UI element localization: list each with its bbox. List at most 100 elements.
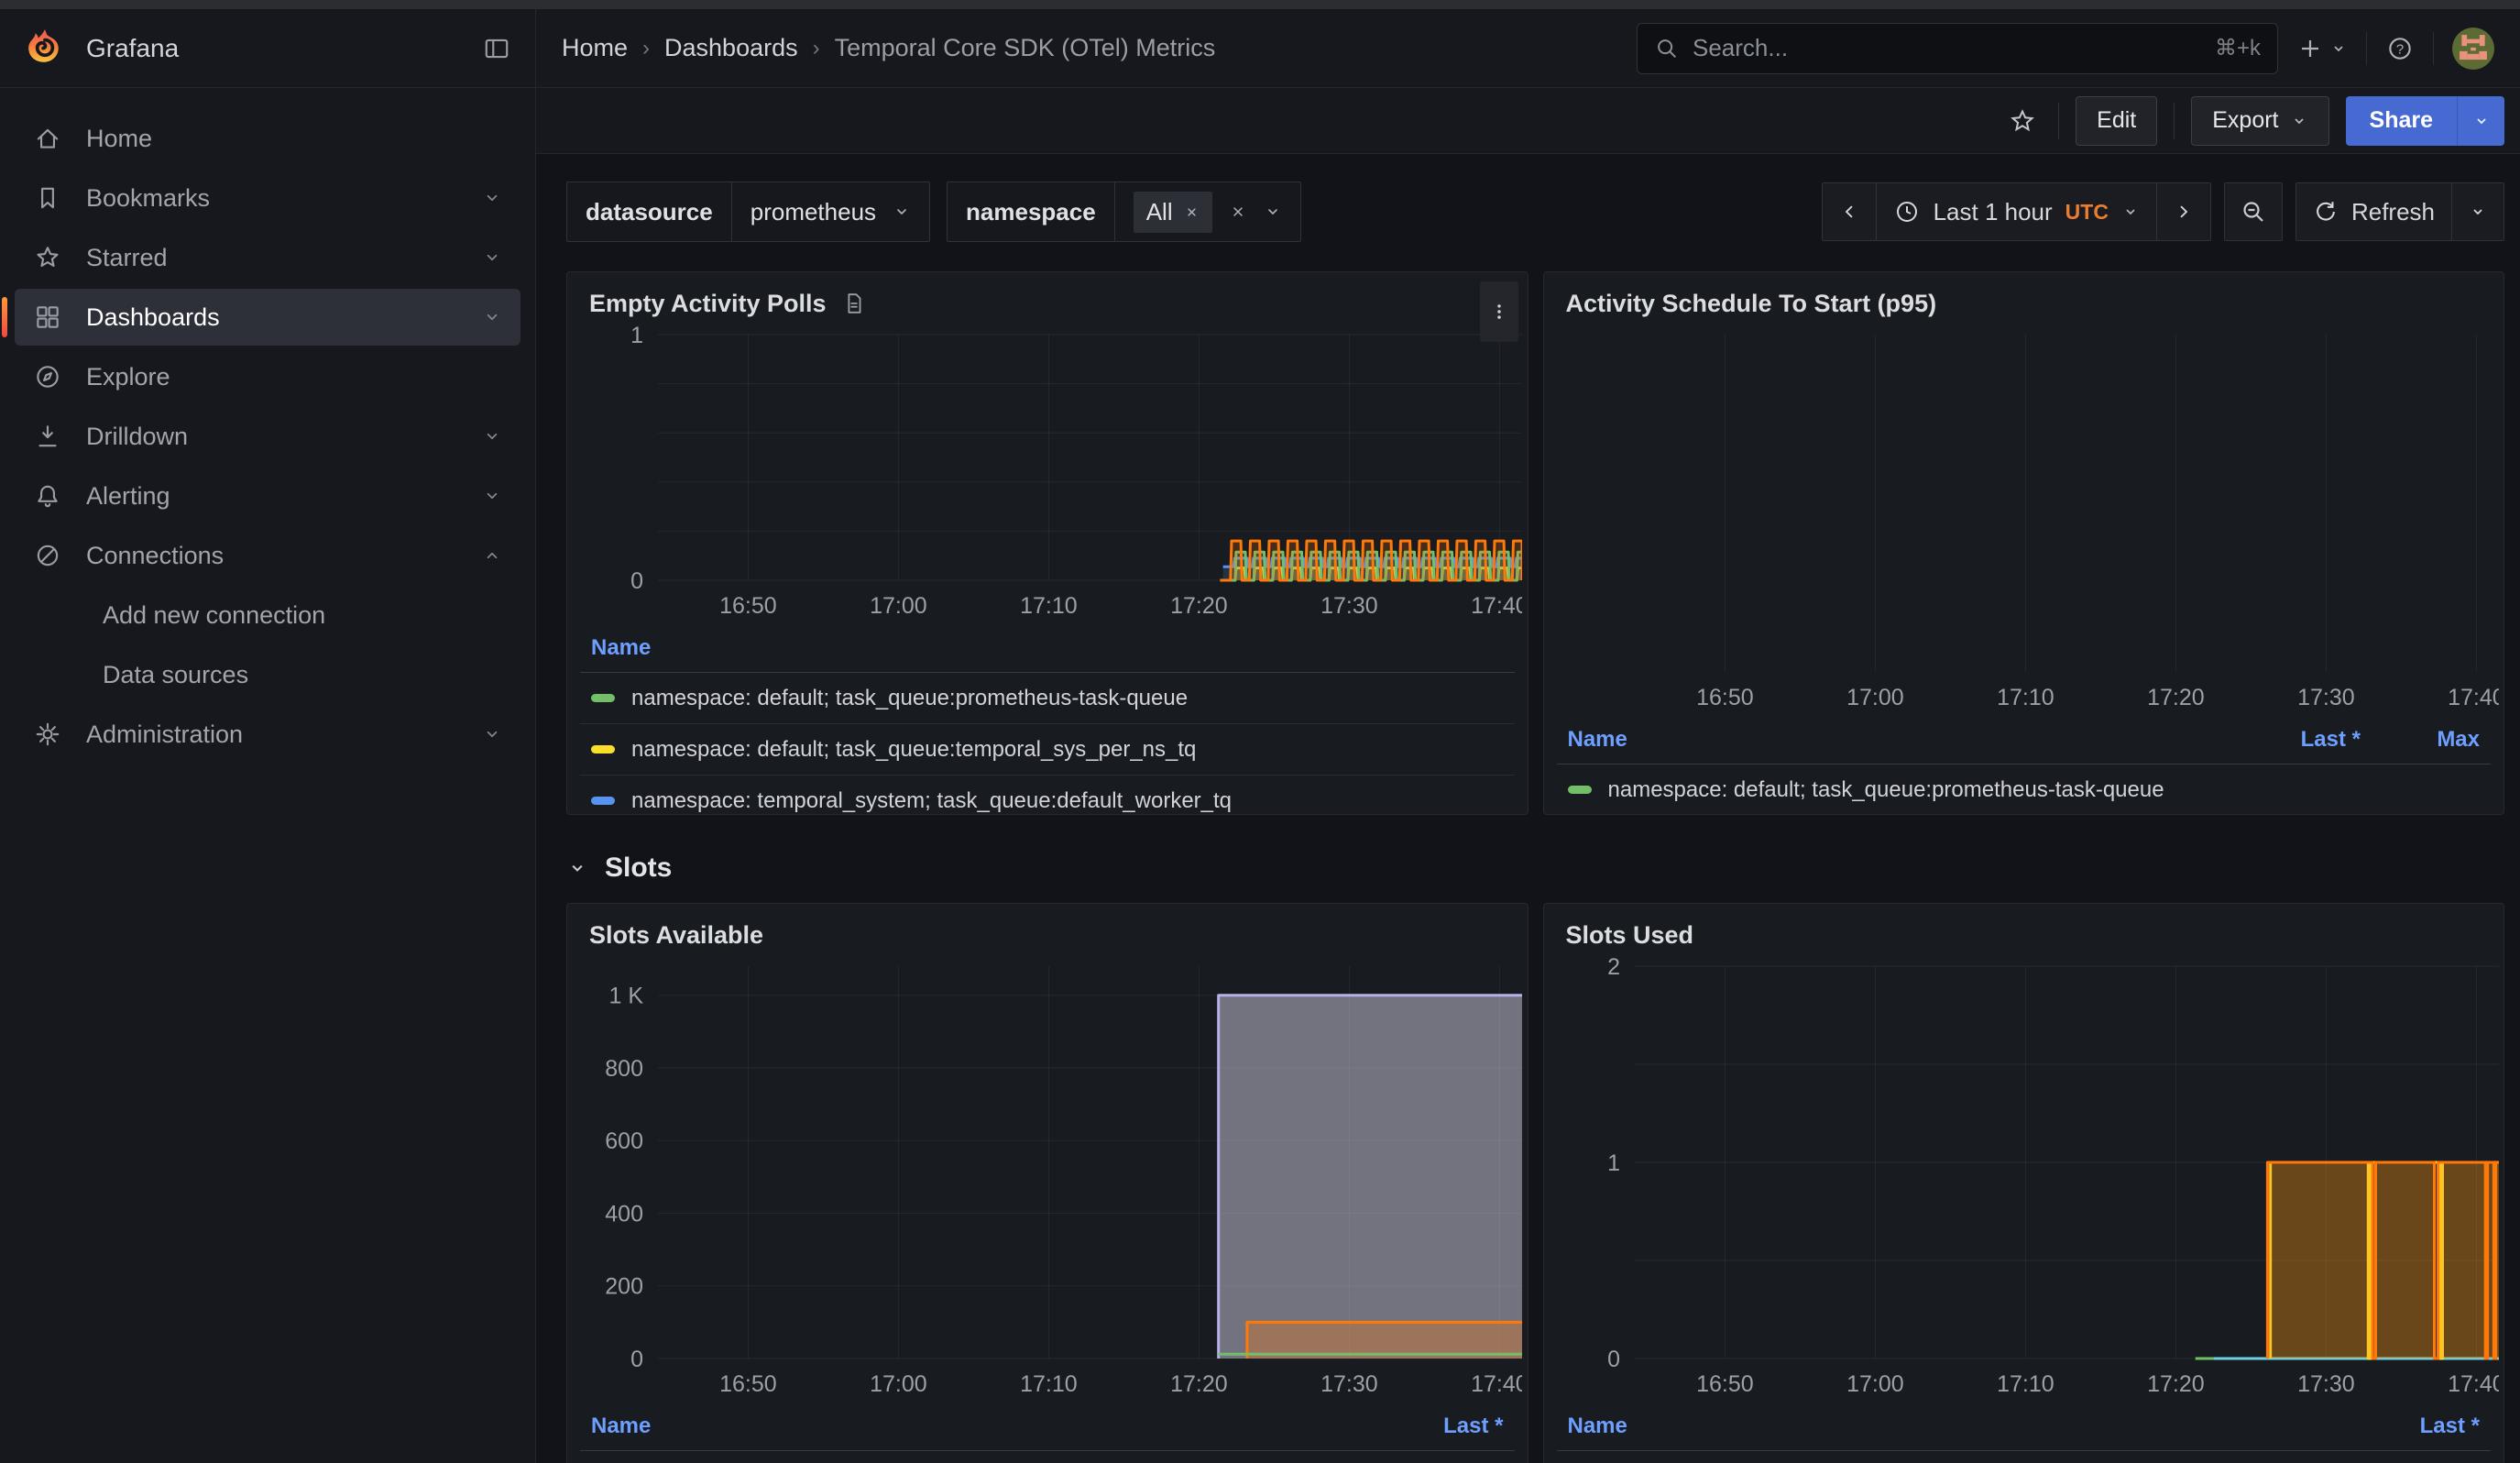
brand-name: Grafana [86, 34, 179, 63]
export-button[interactable]: Export [2191, 96, 2328, 146]
panel-menu-button[interactable] [1480, 281, 1518, 342]
legend-column-value[interactable]: Last * [2324, 1414, 2480, 1439]
series-color-marker [591, 797, 615, 805]
sidebar-item-alerting[interactable]: Alerting [15, 468, 520, 524]
panel-header[interactable]: Slots Used [1557, 915, 2492, 955]
legend-column-name[interactable]: Name [1568, 727, 2206, 753]
variable-value-picker[interactable]: All [1115, 182, 1300, 241]
legend-header: NameLast * [580, 1404, 1515, 1451]
star-dashboard-button[interactable] [2003, 102, 2042, 140]
legend-column-name[interactable]: Name [591, 635, 1504, 661]
panel-header[interactable]: Slots Available [580, 915, 1515, 955]
drilldown-icon [33, 422, 62, 451]
legend-column-name[interactable]: Name [1568, 1414, 2325, 1439]
share-menu-caret[interactable] [2457, 96, 2504, 146]
time-shift-forward-button[interactable] [2157, 183, 2210, 240]
timeseries-plot: 16:5017:0017:1017:2017:3017:40 [1557, 324, 2499, 718]
filter-row: datasourceprometheusnamespaceAll Last 1 … [566, 182, 2504, 242]
breadcrumb-item: Temporal Core SDK (OTel) Metrics [835, 34, 1216, 62]
legend-row[interactable]: namespace: default; task_queue:prometheu… [580, 1451, 1515, 1463]
drilldown-icon [33, 422, 62, 451]
series-color-marker [591, 745, 615, 754]
sidebar-item-drilldown[interactable]: Drilldown [15, 408, 520, 465]
svg-text:17:00: 17:00 [1846, 1371, 1904, 1397]
legend-column-value[interactable]: Last * [1348, 1414, 1504, 1439]
breadcrumb-item[interactable]: Dashboards [664, 34, 798, 62]
sidebar-item-home[interactable]: Home [15, 110, 520, 167]
svg-text:17:40: 17:40 [2448, 685, 2499, 710]
panel-description-icon[interactable] [841, 291, 867, 316]
chevron-down-icon[interactable] [482, 188, 502, 208]
sidebar-item-explore[interactable]: Explore [15, 348, 520, 405]
chevron-down-icon[interactable] [482, 486, 502, 506]
legend-column-value[interactable]: Max [2361, 727, 2480, 753]
avatar[interactable] [2452, 28, 2494, 70]
search-box[interactable]: ⌘+k [1637, 23, 2278, 74]
star-icon [33, 243, 62, 272]
edit-button[interactable]: Edit [2076, 96, 2157, 146]
svg-text:17:40: 17:40 [2448, 1371, 2499, 1397]
gear-icon [33, 720, 62, 749]
breadcrumb-item[interactable]: Home [562, 34, 628, 62]
time-range-group: Last 1 hour UTC [1822, 182, 2211, 241]
panel-header[interactable]: Empty Activity Polls [580, 283, 1515, 324]
time-shift-back-button[interactable] [1823, 183, 1877, 240]
chevron-down-icon [482, 248, 502, 268]
sidebar-item-dashboards[interactable]: Dashboards [15, 289, 520, 346]
legend-header: NameLast *Max [1557, 718, 2492, 764]
search-icon [1654, 36, 1680, 61]
filter-chip[interactable]: All [1134, 192, 1212, 233]
panel-chart[interactable]: 16:5017:0017:1017:2017:3017:4001 [580, 324, 1522, 626]
series-color-marker [1568, 786, 1592, 794]
zoom-out-time-button[interactable] [2224, 182, 2283, 241]
bell-icon [33, 481, 62, 511]
panel-chart[interactable]: 16:5017:0017:1017:2017:3017:40 [1557, 324, 2499, 718]
sidebar-item-starred[interactable]: Starred [15, 229, 520, 286]
sidebar-item-administration[interactable]: Administration [15, 706, 520, 763]
search-input[interactable] [1693, 34, 2202, 62]
panel-row-1: Empty Activity Polls16:5017:0017:1017:20… [566, 271, 2504, 815]
section-header-slots[interactable]: Slots [566, 839, 2504, 897]
series-label: namespace: temporal_system; task_queue:d… [631, 788, 1232, 814]
panel-chart[interactable]: 16:5017:0017:1017:2017:3017:400200400600… [580, 955, 1522, 1404]
remove-chip-icon[interactable] [1184, 204, 1200, 220]
legend-row[interactable]: namespace: default; task_queue:prometheu… [1557, 1451, 2492, 1463]
chevron-up-icon [482, 545, 502, 566]
legend-row[interactable]: namespace: default; task_queue:temporal_… [580, 724, 1515, 776]
svg-text:17:00: 17:00 [870, 1371, 927, 1397]
legend-row[interactable]: namespace: temporal_system; task_queue:d… [580, 776, 1515, 815]
variable-datasource: datasourceprometheus [566, 182, 930, 242]
time-range-picker[interactable]: Last 1 hour UTC [1877, 183, 2157, 240]
sidebar-item-label: Dashboards [86, 303, 220, 332]
chevron-down-icon[interactable] [482, 724, 502, 744]
add-new-button[interactable] [2296, 35, 2348, 62]
sidebar-item-bookmarks[interactable]: Bookmarks [15, 170, 520, 226]
refresh-interval-caret[interactable] [2452, 183, 2504, 240]
sidebar-item-data-sources[interactable]: Data sources [15, 646, 520, 703]
chevron-down-icon[interactable] [482, 307, 502, 327]
legend-column-name[interactable]: Name [591, 1414, 1348, 1439]
variable-value-picker[interactable]: prometheus [732, 182, 929, 241]
chevron-down-icon[interactable] [482, 248, 502, 268]
clear-all-icon[interactable] [1229, 203, 1247, 221]
dock-sidebar-icon[interactable] [482, 34, 511, 63]
legend-row[interactable]: namespace: default; task_queue:prometheu… [1557, 764, 2492, 815]
panel-chart[interactable]: 16:5017:0017:1017:2017:3017:40012 [1557, 955, 2499, 1404]
sidebar-item-connections[interactable]: Connections [15, 527, 520, 584]
legend-row[interactable]: namespace: default; task_queue:prometheu… [580, 673, 1515, 724]
refresh-button[interactable]: Refresh [2296, 183, 2452, 240]
time-controls: Last 1 hour UTC Refresh [1822, 182, 2504, 241]
toolbar-divider [2174, 103, 2175, 139]
sidebar-item-add-new-connection[interactable]: Add new connection [15, 587, 520, 644]
sidebar-item-label: Drilldown [86, 423, 188, 451]
home-icon [33, 124, 62, 153]
panel-header[interactable]: Activity Schedule To Start (p95) [1557, 283, 2492, 324]
help-icon[interactable]: ? [2385, 34, 2415, 63]
svg-text:17:00: 17:00 [1846, 685, 1904, 710]
chevron-down-icon[interactable] [482, 426, 502, 446]
share-button-group: Share [2346, 96, 2504, 146]
share-button[interactable]: Share [2346, 96, 2457, 146]
chevron-up-icon[interactable] [482, 545, 502, 566]
legend-column-value[interactable]: Last * [2205, 727, 2361, 753]
grafana-logo-icon[interactable] [24, 27, 66, 71]
